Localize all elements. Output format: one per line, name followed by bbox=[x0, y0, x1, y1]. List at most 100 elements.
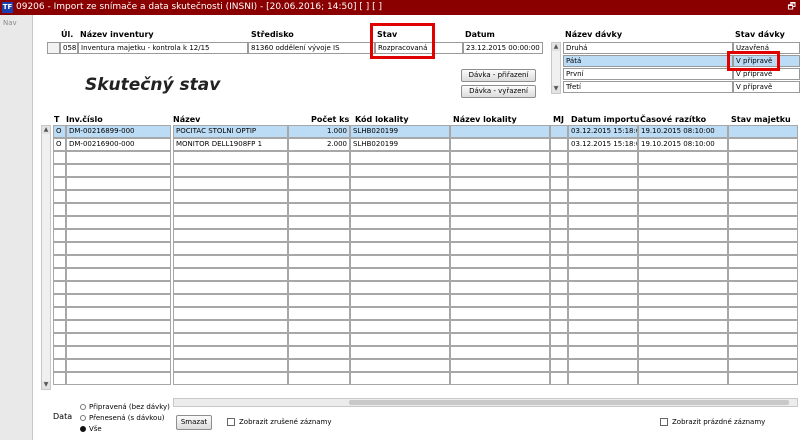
empty-cell[interactable] bbox=[450, 164, 550, 177]
empty-cell[interactable] bbox=[450, 281, 550, 294]
empty-cell[interactable] bbox=[568, 346, 638, 359]
empty-cell[interactable] bbox=[53, 359, 66, 372]
empty-cell[interactable] bbox=[53, 216, 66, 229]
empty-cell[interactable] bbox=[66, 229, 171, 242]
empty-cell[interactable] bbox=[568, 359, 638, 372]
checkbox-icon[interactable] bbox=[227, 418, 235, 426]
empty-cell[interactable] bbox=[288, 151, 350, 164]
empty-cell[interactable] bbox=[550, 268, 568, 281]
empty-cell[interactable] bbox=[728, 372, 798, 385]
empty-cell[interactable] bbox=[638, 190, 728, 203]
empty-cell[interactable] bbox=[53, 372, 66, 385]
grid-horizontal-scrollbar[interactable] bbox=[173, 398, 798, 407]
empty-cell[interactable] bbox=[550, 164, 568, 177]
cell-casove-razitko[interactable]: 19.10.2015 08:10:00 bbox=[638, 138, 728, 151]
empty-cell[interactable] bbox=[450, 151, 550, 164]
empty-cell[interactable] bbox=[173, 177, 288, 190]
empty-cell[interactable] bbox=[173, 307, 288, 320]
empty-table-row[interactable] bbox=[53, 372, 798, 385]
cell-nazev-lokality[interactable] bbox=[450, 138, 550, 151]
cell-stav-majetku[interactable] bbox=[728, 138, 798, 151]
empty-cell[interactable] bbox=[350, 151, 450, 164]
empty-cell[interactable] bbox=[550, 320, 568, 333]
empty-cell[interactable] bbox=[450, 346, 550, 359]
empty-cell[interactable] bbox=[66, 268, 171, 281]
empty-table-row[interactable] bbox=[53, 216, 798, 229]
empty-cell[interactable] bbox=[288, 281, 350, 294]
cell-inv[interactable]: DM-00216900-000 bbox=[66, 138, 171, 151]
smazat-button[interactable]: Smazat bbox=[176, 415, 212, 430]
empty-cell[interactable] bbox=[173, 216, 288, 229]
batch-name-cell-selected[interactable]: Pátá bbox=[563, 55, 733, 67]
empty-cell[interactable] bbox=[53, 307, 66, 320]
empty-table-row[interactable] bbox=[53, 294, 798, 307]
empty-cell[interactable] bbox=[450, 203, 550, 216]
empty-cell[interactable] bbox=[550, 216, 568, 229]
empty-cell[interactable] bbox=[638, 242, 728, 255]
empty-cell[interactable] bbox=[173, 164, 288, 177]
empty-cell[interactable] bbox=[450, 372, 550, 385]
empty-cell[interactable] bbox=[350, 164, 450, 177]
empty-cell[interactable] bbox=[568, 255, 638, 268]
empty-cell[interactable] bbox=[550, 294, 568, 307]
empty-cell[interactable] bbox=[568, 281, 638, 294]
radio-selected-icon[interactable] bbox=[80, 426, 86, 432]
empty-cell[interactable] bbox=[638, 216, 728, 229]
davka-vyrazeni-button[interactable]: Dávka - vyřazení bbox=[461, 85, 536, 98]
empty-cell[interactable] bbox=[173, 346, 288, 359]
empty-cell[interactable] bbox=[728, 242, 798, 255]
empty-cell[interactable] bbox=[288, 307, 350, 320]
empty-cell[interactable] bbox=[53, 203, 66, 216]
empty-cell[interactable] bbox=[350, 190, 450, 203]
empty-cell[interactable] bbox=[288, 229, 350, 242]
empty-cell[interactable] bbox=[568, 203, 638, 216]
empty-table-row[interactable] bbox=[53, 255, 798, 268]
batch-list-scrollbar[interactable]: ▲ ▼ bbox=[551, 42, 561, 94]
inventory-datum-field[interactable]: 23.12.2015 00:00:00 bbox=[463, 42, 543, 54]
empty-cell[interactable] bbox=[568, 307, 638, 320]
empty-cell[interactable] bbox=[350, 229, 450, 242]
empty-cell[interactable] bbox=[728, 177, 798, 190]
empty-cell[interactable] bbox=[568, 372, 638, 385]
empty-cell[interactable] bbox=[550, 190, 568, 203]
batch-name-cell[interactable]: První bbox=[563, 68, 733, 80]
empty-cell[interactable] bbox=[288, 320, 350, 333]
cell-datum-importu[interactable]: 03.12.2015 15:18:0 bbox=[568, 125, 638, 138]
empty-table-row[interactable] bbox=[53, 242, 798, 255]
empty-cell[interactable] bbox=[288, 177, 350, 190]
empty-cell[interactable] bbox=[638, 177, 728, 190]
empty-cell[interactable] bbox=[350, 372, 450, 385]
empty-cell[interactable] bbox=[350, 307, 450, 320]
empty-cell[interactable] bbox=[728, 255, 798, 268]
cell-t[interactable]: O bbox=[53, 125, 66, 138]
empty-cell[interactable] bbox=[638, 307, 728, 320]
empty-cell[interactable] bbox=[173, 281, 288, 294]
empty-cell[interactable] bbox=[350, 346, 450, 359]
empty-cell[interactable] bbox=[568, 190, 638, 203]
empty-cell[interactable] bbox=[638, 268, 728, 281]
empty-table-row[interactable] bbox=[53, 203, 798, 216]
empty-cell[interactable] bbox=[568, 151, 638, 164]
empty-table-row[interactable] bbox=[53, 333, 798, 346]
empty-cell[interactable] bbox=[66, 307, 171, 320]
empty-table-row[interactable] bbox=[53, 164, 798, 177]
empty-cell[interactable] bbox=[66, 255, 171, 268]
empty-cell[interactable] bbox=[568, 333, 638, 346]
empty-cell[interactable] bbox=[638, 229, 728, 242]
radio-icon[interactable] bbox=[80, 404, 86, 410]
empty-cell[interactable] bbox=[550, 346, 568, 359]
empty-cell[interactable] bbox=[350, 359, 450, 372]
empty-cell[interactable] bbox=[638, 164, 728, 177]
empty-cell[interactable] bbox=[728, 333, 798, 346]
empty-cell[interactable] bbox=[728, 164, 798, 177]
empty-cell[interactable] bbox=[66, 320, 171, 333]
empty-cell[interactable] bbox=[53, 268, 66, 281]
empty-cell[interactable] bbox=[66, 216, 171, 229]
empty-cell[interactable] bbox=[350, 268, 450, 281]
empty-cell[interactable] bbox=[638, 346, 728, 359]
empty-cell[interactable] bbox=[568, 242, 638, 255]
show-empty-checkbox[interactable]: Zobrazit prázdné záznamy bbox=[660, 418, 765, 426]
empty-cell[interactable] bbox=[728, 203, 798, 216]
empty-cell[interactable] bbox=[568, 320, 638, 333]
empty-cell[interactable] bbox=[173, 151, 288, 164]
